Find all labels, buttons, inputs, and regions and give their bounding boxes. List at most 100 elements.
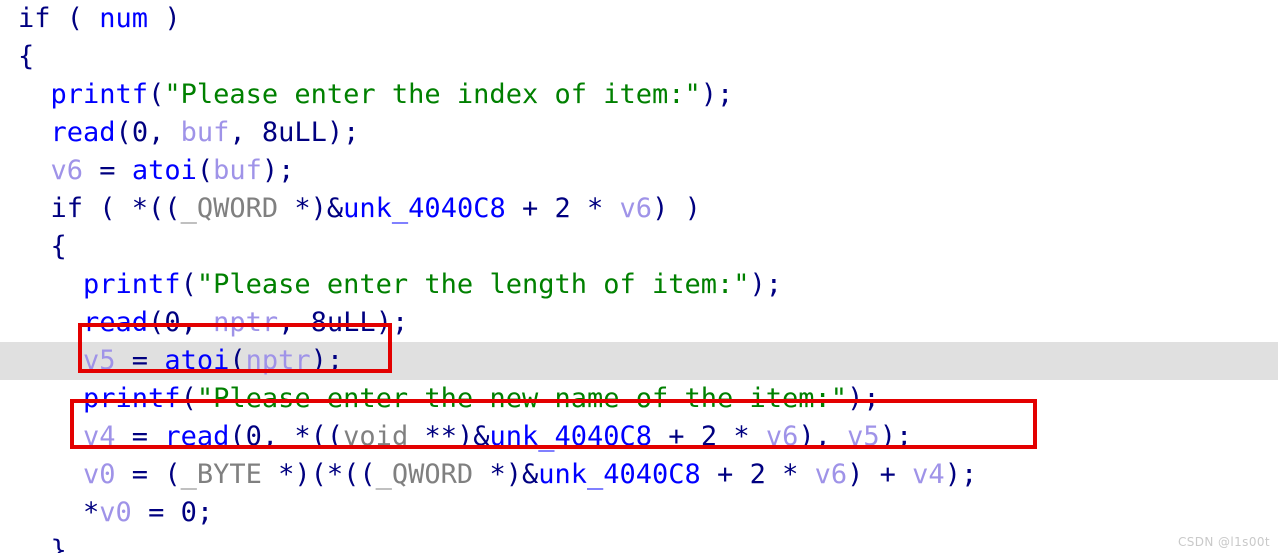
code-token: , [180, 307, 214, 338]
code-line[interactable]: v5 = atoi(nptr); [0, 342, 1278, 380]
code-token: + [652, 421, 701, 452]
code-token: = [115, 421, 165, 452]
code-token: ); [749, 269, 783, 300]
code-token: unk_4040C8 [538, 459, 701, 490]
code-line[interactable]: v4 = read(0, *((void **)&unk_4040C8 + 2 … [0, 418, 1278, 456]
code-token: _QWORD [180, 193, 279, 224]
code-token: ( [180, 383, 197, 414]
code-token: ) [148, 3, 181, 34]
code-token: , [148, 117, 181, 148]
code-token: 0 [164, 307, 181, 338]
code-token: ( [115, 117, 132, 148]
code-line[interactable]: v0 = (_BYTE *)(*((_QWORD *)&unk_4040C8 +… [0, 456, 1278, 494]
code-token: * [717, 421, 766, 452]
code-line[interactable]: read(0, buf, 8uLL); [0, 114, 1278, 152]
code-token: = [115, 345, 165, 376]
code-token: ( [196, 155, 214, 186]
code-line[interactable]: if ( *((_QWORD *)&unk_4040C8 + 2 * v6) ) [0, 190, 1278, 228]
code-token: ( [148, 307, 165, 338]
code-token: { [50, 231, 67, 262]
code-line[interactable]: *v0 = 0; [0, 494, 1278, 532]
code-token: , [229, 117, 262, 148]
code-token: if [18, 3, 51, 34]
code-token: printf [83, 269, 181, 300]
code-line[interactable]: { [0, 38, 1278, 76]
code-token: v6 [814, 459, 848, 490]
code-token: , *(( [261, 421, 344, 452]
csdn-watermark: CSDN @l1s00t [1177, 535, 1270, 549]
code-token: ); [326, 117, 360, 148]
code-token: v5 [83, 345, 116, 376]
code-token: ( [148, 79, 165, 110]
code-token: ) ) [652, 193, 701, 224]
code-line[interactable]: { [0, 228, 1278, 266]
code-token: ); [847, 383, 880, 414]
code-token: _BYTE [180, 459, 262, 490]
code-token: "Please enter the new name of the item:" [196, 383, 848, 414]
code-token: + [700, 459, 750, 490]
code-token: { [18, 41, 35, 72]
code-line[interactable]: printf("Please enter the length of item:… [0, 266, 1278, 304]
code-token: v6 [50, 155, 84, 186]
code-token: read [50, 117, 116, 148]
code-token: v6 [619, 193, 653, 224]
code-token: 0 [245, 421, 262, 452]
code-token: , [278, 307, 311, 338]
code-line[interactable]: v6 = atoi(buf); [0, 152, 1278, 190]
code-token: ( *(( [83, 193, 181, 224]
code-token: ); [261, 155, 295, 186]
code-token: read [83, 307, 149, 338]
code-token: if [50, 193, 84, 224]
code-token: nptr [213, 307, 279, 338]
code-token: ) + [847, 459, 913, 490]
code-token: *)& [473, 459, 539, 490]
code-token: ( [180, 269, 197, 300]
code-token: ); [310, 345, 344, 376]
code-token: 0 [131, 117, 149, 148]
code-token: "Please enter the length of item:" [196, 269, 750, 300]
code-token: = [83, 155, 132, 186]
code-token: void [343, 421, 409, 452]
code-token: v6 [765, 421, 799, 452]
code-token: v0 [99, 497, 132, 528]
code-token: v4 [912, 459, 945, 490]
code-token: 8uLL [310, 307, 376, 338]
code-token: **)& [408, 421, 490, 452]
code-token: 0 [180, 497, 197, 528]
code-token: ), [798, 421, 848, 452]
code-token: = ( [115, 459, 181, 490]
code-line[interactable]: if ( num ) [0, 0, 1278, 38]
code-token: atoi [131, 155, 197, 186]
code-line[interactable]: read(0, nptr, 8uLL); [0, 304, 1278, 342]
code-token: v5 [847, 421, 880, 452]
code-token: buf [180, 117, 230, 148]
code-token: ); [944, 459, 978, 490]
code-token: ); [879, 421, 913, 452]
code-line[interactable]: } [0, 532, 1278, 553]
code-token: printf [83, 383, 181, 414]
code-token: v4 [83, 421, 116, 452]
pseudocode-listing[interactable]: if ( num ){ printf("Please enter the ind… [0, 0, 1278, 553]
code-line[interactable]: printf("Please enter the index of item:"… [0, 76, 1278, 114]
code-token: atoi [164, 345, 230, 376]
code-token: ( [229, 421, 246, 452]
code-token: v0 [83, 459, 116, 490]
code-token: = [131, 497, 181, 528]
code-token: 2 [700, 421, 718, 452]
code-line[interactable]: printf("Please enter the new name of the… [0, 380, 1278, 418]
code-token: * [570, 193, 620, 224]
pseudocode-screenshot: if ( num ){ printf("Please enter the ind… [0, 0, 1278, 553]
code-token: _QWORD [375, 459, 474, 490]
code-token: * [83, 497, 100, 528]
code-token: printf [50, 79, 149, 110]
code-token: *)(*(( [261, 459, 376, 490]
